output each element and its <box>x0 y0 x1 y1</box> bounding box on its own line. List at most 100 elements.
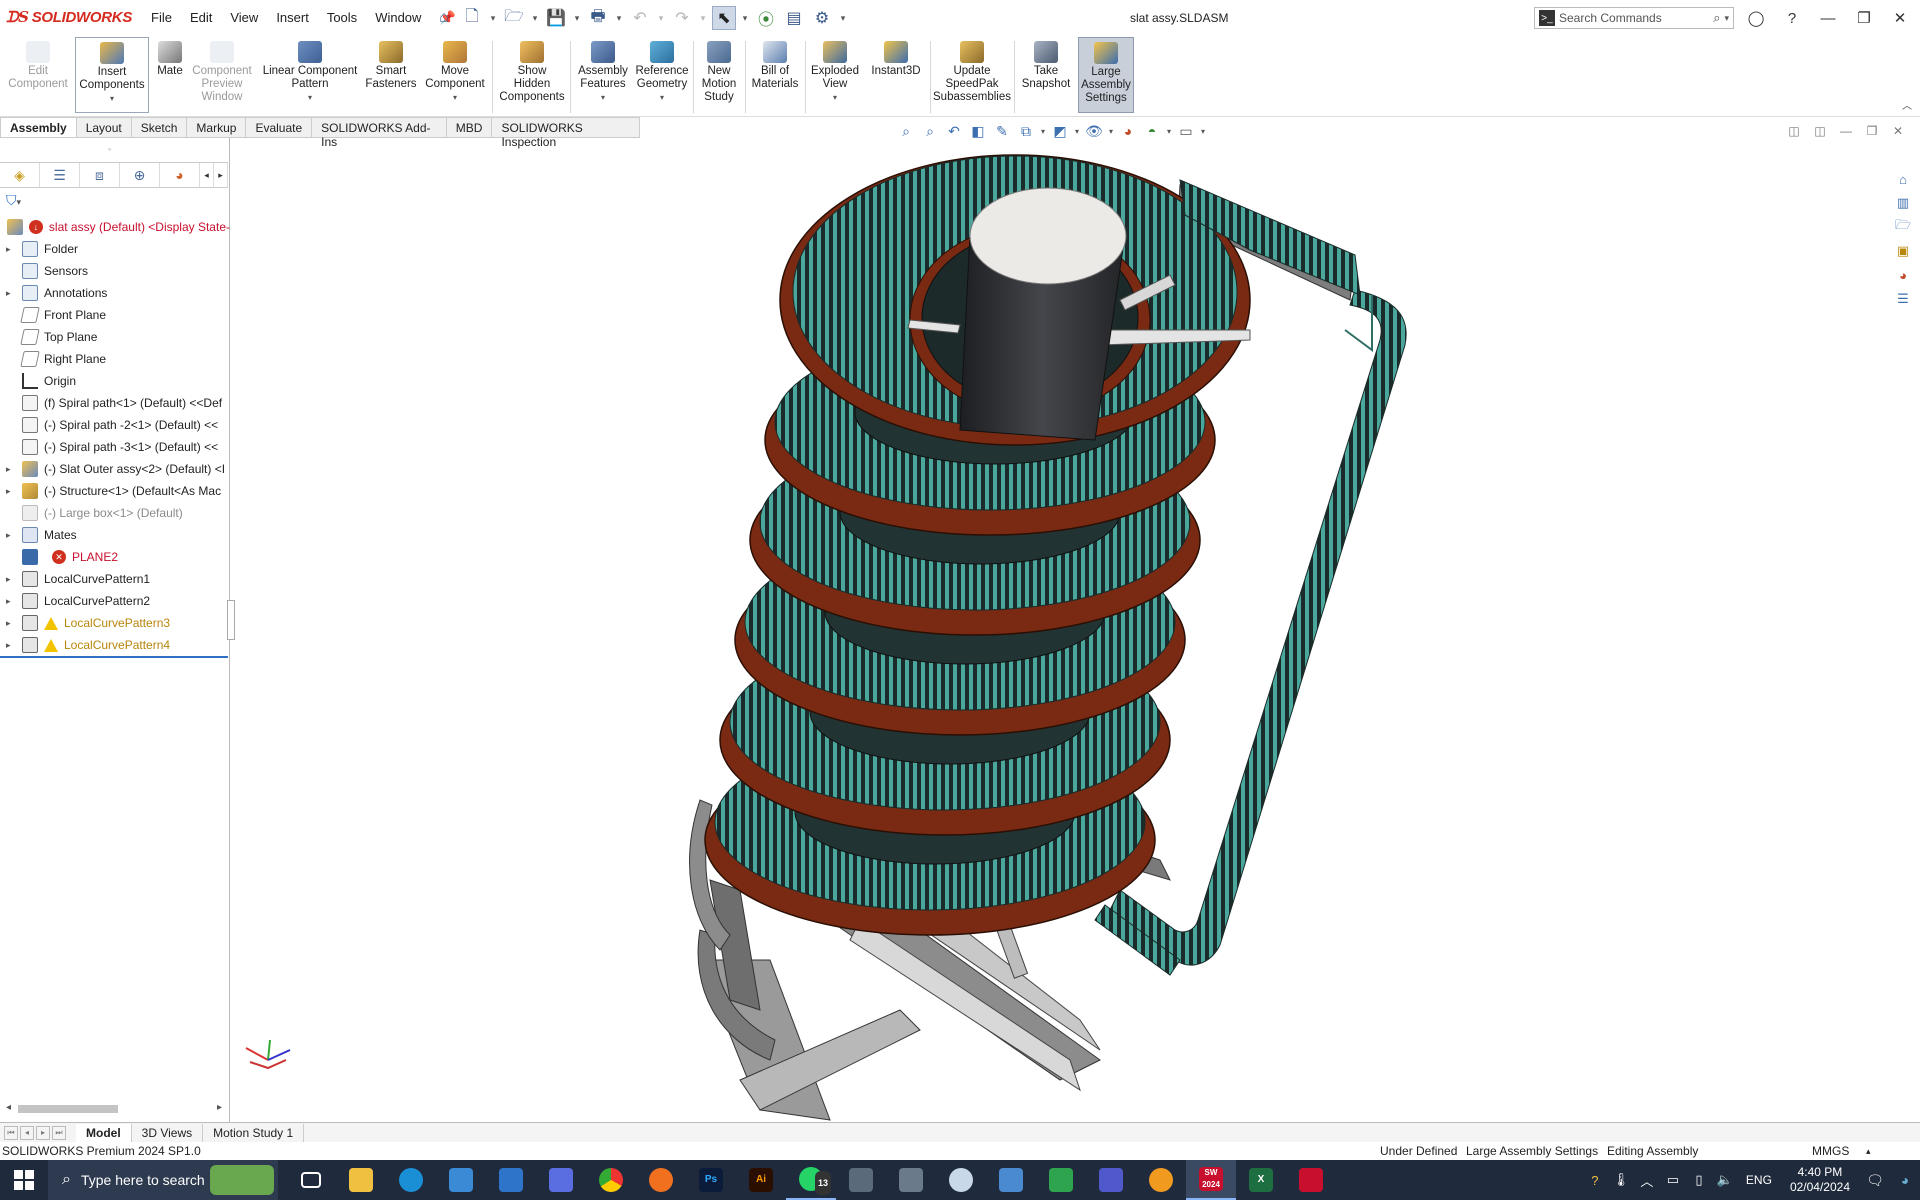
microsoft-store-icon[interactable] <box>436 1160 486 1200</box>
expander-icon[interactable]: ▸ <box>6 288 18 299</box>
paint-app-icon[interactable] <box>936 1160 986 1200</box>
exploded-view-button[interactable]: Exploded View ▾ <box>808 37 862 115</box>
save-dropdown-icon[interactable]: ▾ <box>572 6 582 30</box>
snip-sketch-app-icon[interactable] <box>986 1160 1036 1200</box>
solidworks-logo[interactable]: ᗪS SOLIDWORKS <box>6 8 132 26</box>
file-explorer-app-icon[interactable] <box>336 1160 386 1200</box>
menu-edit[interactable]: Edit <box>181 10 221 26</box>
tree-item-slat-outer-assy[interactable]: ▸ (-) Slat Outer assy<2> (Default) <I <box>0 458 230 480</box>
tree-horizontal-scrollbar[interactable]: ◂ ▸ <box>6 1102 222 1116</box>
update-speedpak-button[interactable]: Update SpeedPak Subassemblies <box>932 37 1012 115</box>
copilot-icon[interactable]: ◕ <box>1890 1172 1920 1188</box>
menu-window[interactable]: Window <box>366 10 430 26</box>
expander-icon[interactable]: ▸ <box>6 618 18 629</box>
snipping-app-icon[interactable] <box>836 1160 886 1200</box>
custom-properties-icon[interactable]: ☰ <box>1893 290 1913 308</box>
acrobat-app-icon[interactable] <box>1286 1160 1336 1200</box>
redo-dropdown-icon[interactable]: ▾ <box>698 6 708 30</box>
expander-icon[interactable]: ▸ <box>6 464 18 475</box>
rollback-bar[interactable] <box>0 656 228 658</box>
tab-layout[interactable]: Layout <box>76 117 132 138</box>
home-icon[interactable]: ⌂ <box>432 6 456 30</box>
select-cursor-icon[interactable]: ⬉ <box>712 6 736 30</box>
print-icon[interactable]: 🖶 <box>586 6 610 30</box>
tab-model[interactable]: Model <box>76 1123 132 1142</box>
tab-motion-study-1[interactable]: Motion Study 1 <box>203 1123 305 1142</box>
close-icon[interactable]: ✕ <box>1884 6 1916 30</box>
edge-app-icon[interactable] <box>386 1160 436 1200</box>
tab-mbd[interactable]: MBD <box>446 117 493 138</box>
tree-item-right-plane[interactable]: Right Plane <box>0 348 230 370</box>
network-icon[interactable]: ▭ <box>1660 1172 1686 1188</box>
scroll-right-icon[interactable]: ▸ <box>217 1102 222 1113</box>
tree-item-origin[interactable]: Origin <box>0 370 230 392</box>
traffic-light-icon[interactable]: ⦿ <box>754 6 778 30</box>
excel-app-icon[interactable]: X <box>1236 1160 1286 1200</box>
search-tool-app-icon[interactable] <box>1136 1160 1186 1200</box>
help-tray-icon[interactable]: ? <box>1582 1173 1608 1188</box>
move-component-dropdown-icon[interactable]: ▾ <box>420 91 490 104</box>
tree-item-top-plane[interactable]: Top Plane <box>0 326 230 348</box>
help-icon[interactable]: ? <box>1776 6 1808 30</box>
options-dropdown-icon[interactable]: ▾ <box>838 6 848 30</box>
bill-of-materials-button[interactable]: Bill of Materials <box>748 37 802 115</box>
task-view-icon[interactable] <box>286 1160 336 1200</box>
redo-icon[interactable]: ↷ <box>670 6 694 30</box>
open-dropdown-icon[interactable]: ▾ <box>530 6 540 30</box>
calculator-app-icon[interactable] <box>886 1160 936 1200</box>
print-dropdown-icon[interactable]: ▾ <box>614 6 624 30</box>
tree-item-localcurvepattern4[interactable]: ▸ LocalCurvePattern4 <box>0 634 230 656</box>
search-dropdown-icon[interactable]: ▾ <box>1724 13 1729 24</box>
show-hidden-components-button[interactable]: Show Hidden Components <box>496 37 568 115</box>
collapse-ribbon-icon[interactable]: ︿ <box>1902 97 1912 112</box>
large-assembly-settings-button[interactable]: Large Assembly Settings <box>1078 37 1134 113</box>
solidworks-taskbar-icon[interactable]: SW 2024 <box>1186 1160 1236 1200</box>
scroll-thumb[interactable] <box>18 1105 118 1113</box>
prev-tab-icon[interactable]: ◂ <box>20 1125 34 1140</box>
expander-icon[interactable]: ▸ <box>6 486 18 497</box>
move-component-button[interactable]: Move Component ▾ <box>420 37 490 115</box>
tab-solidworks-add-ins[interactable]: SOLIDWORKS Add-Ins <box>312 117 447 149</box>
chrome-app-icon[interactable] <box>586 1160 636 1200</box>
menu-view[interactable]: View <box>221 10 267 26</box>
file-properties-icon[interactable]: ▤ <box>782 6 806 30</box>
tree-item-structure[interactable]: ▸ (-) Structure<1> (Default<As Mac <box>0 480 230 502</box>
solidworks-resources-home-icon[interactable]: ⌂ <box>1893 170 1913 188</box>
expander-icon[interactable]: ▸ <box>6 530 18 541</box>
tree-item-front-plane[interactable]: Front Plane <box>0 304 230 326</box>
tree-item-localcurvepattern1[interactable]: ▸ LocalCurvePattern1 <box>0 568 230 590</box>
unit-dropdown-icon[interactable]: ▴ <box>1866 1146 1871 1157</box>
insert-components-dropdown-icon[interactable]: ▾ <box>76 92 148 105</box>
expander-icon[interactable]: ▸ <box>6 640 18 651</box>
mail-app-icon[interactable] <box>486 1160 536 1200</box>
language-indicator[interactable]: ENG <box>1746 1173 1772 1187</box>
component-preview-window-button[interactable]: Component Preview Window <box>190 37 254 115</box>
tree-item-localcurvepattern3[interactable]: ▸ LocalCurvePattern3 <box>0 612 230 634</box>
whatsapp-app-icon[interactable]: 13 <box>786 1160 836 1200</box>
tree-item-mates[interactable]: ▸ Mates <box>0 524 230 546</box>
new-dropdown-icon[interactable]: ▾ <box>488 6 498 30</box>
tree-item-sensors[interactable]: Sensors <box>0 260 230 282</box>
assembly-features-button[interactable]: Assembly Features ▾ <box>574 37 632 115</box>
photoshop-app-icon[interactable]: Ps <box>686 1160 736 1200</box>
taskbar-clock[interactable]: 4:40 PM 02/04/2024 <box>1790 1165 1850 1195</box>
new-motion-study-button[interactable]: New Motion Study <box>696 37 742 115</box>
assembly-features-dropdown-icon[interactable]: ▾ <box>574 91 632 104</box>
appearances-icon[interactable]: ◕ <box>1893 266 1913 284</box>
scroll-left-icon[interactable]: ◂ <box>6 1102 11 1113</box>
tab-evaluate[interactable]: Evaluate <box>246 117 313 138</box>
notifications-icon[interactable]: 🗨 <box>1860 1172 1890 1189</box>
expander-icon[interactable]: ▸ <box>6 244 18 255</box>
configurationmanager-icon[interactable]: ⧈ <box>80 163 120 187</box>
dimxpertmanager-icon[interactable]: ⊕ <box>120 163 160 187</box>
insert-components-button[interactable]: Insert Components ▾ <box>75 37 149 113</box>
illustrator-app-icon[interactable]: Ai <box>736 1160 786 1200</box>
panel-grip-icon[interactable]: ◦ <box>108 144 111 154</box>
search-icon[interactable]: ⌕ <box>1713 10 1720 26</box>
panel-tabs-scroll-right-icon[interactable]: ▸ <box>214 163 228 187</box>
tree-item-folder[interactable]: ▸ Folder <box>0 238 230 260</box>
search-commands-input[interactable]: Search Commands <box>1559 11 1713 25</box>
select-dropdown-icon[interactable]: ▾ <box>740 6 750 30</box>
linear-component-pattern-button[interactable]: Linear Component Pattern ▾ <box>258 37 362 115</box>
featuremanager-tree-icon[interactable]: ◈ <box>0 163 40 187</box>
